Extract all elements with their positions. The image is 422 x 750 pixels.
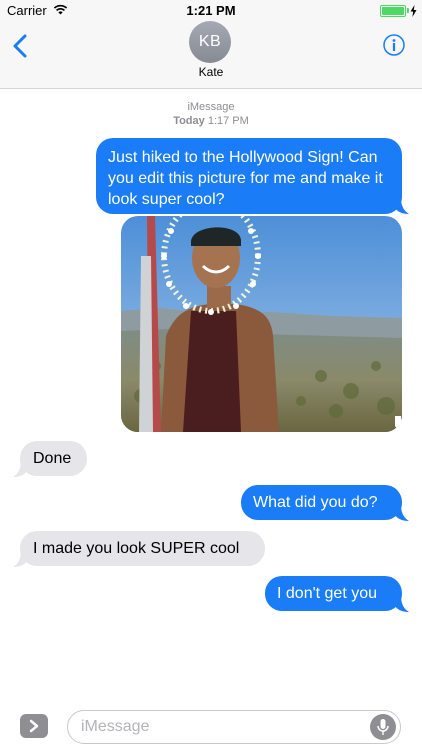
timestamp-time: 1:17 PM	[207, 115, 249, 127]
timestamp-day: Today	[173, 115, 205, 127]
battery-icon	[380, 5, 406, 17]
message-bubble-outgoing[interactable]: I don't get you	[265, 576, 402, 611]
bubble-tail	[395, 198, 409, 214]
message-bubble-outgoing[interactable]: Just hiked to the Hollywood Sign! Can yo…	[96, 138, 402, 214]
apps-button[interactable]	[20, 714, 48, 738]
bubble-tail	[13, 551, 27, 567]
message-bubble-incoming[interactable]: Done	[20, 441, 87, 476]
message-input[interactable]: iMessage	[67, 710, 401, 744]
photo-image	[121, 216, 402, 432]
message-photo[interactable]	[121, 216, 402, 432]
bubble-tail	[395, 416, 409, 432]
message-bubble-incoming[interactable]: I made you look SUPER cool	[20, 531, 265, 566]
message-bubble-outgoing[interactable]: What did you do?	[241, 485, 402, 520]
chevron-left-icon[interactable]	[10, 33, 32, 59]
conversation-meta: iMessage Today 1:17 PM	[0, 100, 422, 128]
avatar[interactable]: KB	[189, 21, 231, 63]
info-circle-icon[interactable]	[383, 34, 405, 56]
service-label: iMessage	[187, 101, 235, 113]
charging-bolt-icon	[410, 5, 417, 17]
microphone-button[interactable]	[370, 714, 396, 740]
timestamp: Today 1:17 PM	[0, 114, 422, 128]
bubble-tail	[13, 461, 27, 477]
bubble-tail	[395, 505, 409, 521]
microphone-icon	[377, 719, 389, 735]
chevron-right-icon	[29, 719, 39, 733]
status-time: 1:21 PM	[186, 3, 236, 18]
bubble-tail	[395, 596, 409, 612]
battery-tip	[407, 8, 409, 13]
status-bar: Carrier 1:21 PM	[0, 0, 422, 22]
message-input-placeholder: iMessage	[81, 718, 150, 735]
contact-name[interactable]: Kate	[0, 65, 422, 79]
